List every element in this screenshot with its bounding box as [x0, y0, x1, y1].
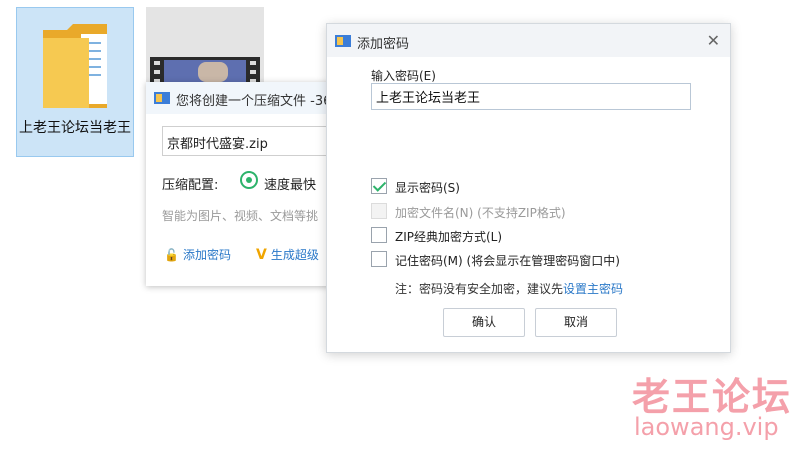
add-password-label: 添加密码 [182, 248, 231, 262]
security-note: 注：密码没有安全加密，建议先设置主密码 [395, 280, 623, 297]
confirm-button[interactable]: 确认 [443, 308, 525, 337]
zip-classic-label: ZIP经典加密方式(L) [395, 230, 503, 244]
generate-super-link[interactable]: V 生成超级 [256, 246, 319, 263]
remember-password-checkbox[interactable] [371, 251, 387, 267]
password-dialog-titlebar[interactable]: 添加密码 ✕ [327, 24, 730, 57]
desktop-folder[interactable]: 上老王论坛当老王 [16, 7, 134, 157]
encrypt-filename-checkbox [371, 203, 387, 219]
compress-config-label: 压缩配置: [162, 178, 219, 193]
folder-icon [43, 24, 107, 108]
close-icon[interactable]: ✕ [707, 31, 720, 50]
show-password-checkbox[interactable] [371, 178, 387, 194]
speed-fastest-radio[interactable] [240, 171, 258, 189]
compress-dialog-titlebar[interactable]: 您将创建一个压缩文件 -360 [146, 82, 346, 114]
zip-classic-checkbox[interactable] [371, 227, 387, 243]
add-password-dialog: 添加密码 ✕ 输入密码(E) 显示密码(S) 加密文件名(N) (不支持ZIP格… [326, 23, 731, 353]
lock-icon: 🔓 [164, 248, 179, 262]
archive-app-icon [154, 92, 170, 104]
password-input-label: 输入密码(E) [371, 69, 436, 83]
show-password-label: 显示密码(S) [395, 181, 460, 195]
encrypt-filename-label: 加密文件名(N) (不支持ZIP格式) [395, 206, 566, 220]
speed-fastest-label[interactable]: 速度最快 [264, 174, 316, 193]
folder-label: 上老王论坛当老王 [19, 120, 131, 136]
password-input[interactable] [371, 83, 691, 110]
desktop-video-file[interactable] [146, 7, 264, 87]
compress-dialog-title: 您将创建一个压缩文件 -360 [176, 94, 340, 109]
archive-filename-field[interactable]: 京都时代盛宴.zip [162, 126, 352, 156]
cancel-button[interactable]: 取消 [535, 308, 617, 337]
remember-password-label: 记住密码(M) (将会显示在管理密码窗口中) [395, 254, 620, 268]
set-master-password-link[interactable]: 设置主密码 [563, 282, 623, 296]
generate-super-label: 生成超级 [270, 248, 319, 262]
security-note-text: 注：密码没有安全加密，建议先 [395, 282, 564, 296]
add-password-link[interactable]: 🔓 添加密码 [164, 246, 231, 263]
compress-dialog: 您将创建一个压缩文件 -360 京都时代盛宴.zip 压缩配置: 速度最快 智能… [146, 82, 352, 286]
smart-compress-hint: 智能为图片、视频、文档等挑 [162, 209, 319, 223]
archive-app-icon [335, 35, 351, 47]
password-dialog-title: 添加密码 [357, 37, 410, 52]
v-icon: V [256, 247, 267, 263]
watermark-url: laowang.vip [634, 413, 779, 441]
